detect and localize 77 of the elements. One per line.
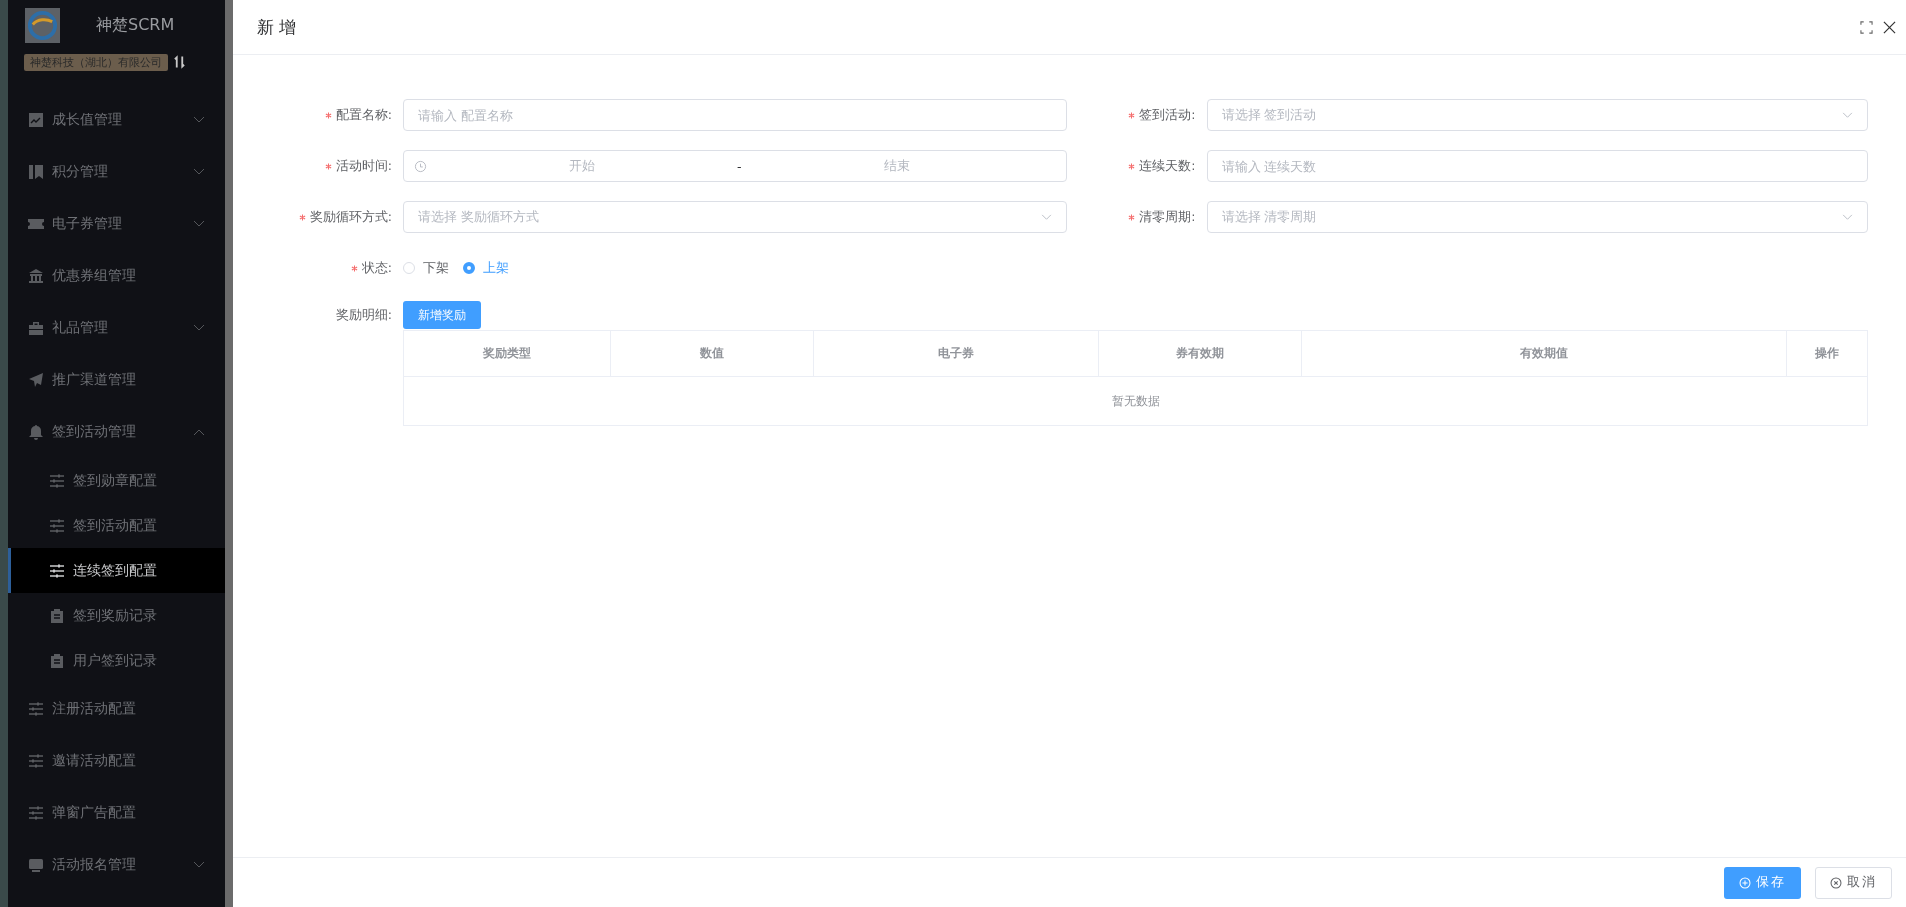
chevron-down-icon [193, 220, 205, 228]
sidebar-scrollbar[interactable] [225, 0, 233, 907]
menu-item[interactable]: 注册活动配置 [8, 683, 225, 735]
submenu-item[interactable]: 签到活动配置 [8, 503, 225, 548]
column-header: 操作 [1814, 345, 1841, 362]
column-header: 券有效期 [1098, 331, 1302, 376]
submenu-item[interactable]: 签到奖励记录 [8, 593, 225, 638]
field-label: 状态: [361, 259, 392, 277]
clock-icon [414, 159, 427, 173]
bookmark-icon [28, 164, 44, 180]
sliders-icon [28, 701, 44, 717]
chevron-down-icon [193, 324, 205, 332]
sliders-icon [28, 753, 44, 769]
bank-icon [28, 268, 44, 284]
cancel-button[interactable]: 取消 [1815, 866, 1892, 899]
submenu-item[interactable]: 用户签到记录 [8, 638, 225, 683]
column-header: 电子券 [814, 331, 1099, 376]
chevron-down-icon [1040, 213, 1052, 221]
menu-item[interactable]: 邀请活动配置 [8, 735, 225, 787]
date-range-field[interactable]: 开始 - 结束 [403, 150, 1067, 182]
menu-item[interactable]: 推广渠道管理 [8, 354, 225, 406]
menu-item[interactable]: 积分管理 [8, 146, 225, 198]
chart-icon [28, 112, 44, 128]
radio-option[interactable]: 下架 [403, 259, 449, 277]
fullscreen-icon[interactable] [1860, 20, 1873, 34]
monitor-icon [28, 857, 44, 873]
field-label: 奖励明细: [334, 306, 393, 324]
column-header: 数值 [611, 331, 815, 376]
text-field[interactable]: 请输入 配置名称 [403, 99, 1067, 131]
field-label: 奖励循环方式: [309, 208, 392, 226]
text-field[interactable]: 请输入 连续天数 [1206, 150, 1868, 182]
chevron-down-icon [1842, 111, 1853, 119]
chevron-up-icon [193, 428, 205, 436]
chevron-down-icon [193, 861, 205, 869]
field-label: 签到活动: [1139, 106, 1196, 124]
column-header: 有效期值 [1301, 331, 1788, 376]
send-icon [28, 372, 44, 388]
field-label: 清零周期: [1139, 208, 1196, 226]
menu-item[interactable]: 签到活动管理 [8, 406, 225, 458]
field-label: 活动时间: [335, 157, 392, 175]
clipboard-icon [49, 607, 65, 624]
menu-item[interactable]: 弹窗广告配置 [8, 787, 225, 839]
sliders-icon [49, 517, 65, 534]
save-button[interactable]: 保存 [1724, 866, 1801, 899]
menu-item[interactable]: 优惠券组管理 [8, 250, 225, 302]
menu-item[interactable]: 礼品管理 [8, 302, 225, 354]
column-header: 奖励类型 [404, 331, 611, 376]
close-icon[interactable] [1883, 20, 1896, 34]
submenu-item[interactable]: 连续签到配置 [8, 548, 225, 593]
select-field[interactable]: 请选择 签到活动 [1206, 99, 1868, 131]
plus-circle-icon [1739, 876, 1751, 889]
menu-item[interactable]: 活动报名管理 [8, 839, 225, 891]
briefcase-icon [28, 320, 44, 336]
radio-option[interactable]: 上架 [463, 259, 509, 277]
switch-icon[interactable] [174, 55, 185, 69]
sliders-icon [28, 805, 44, 821]
close-circle-icon [1830, 876, 1842, 889]
menu-item[interactable]: 电子券管理 [8, 198, 225, 250]
clipboard-icon [49, 652, 65, 669]
field-label: 连续天数: [1139, 157, 1196, 175]
dialog-title: 新 增 [257, 15, 297, 39]
select-field[interactable]: 请选择 奖励循环方式 [403, 201, 1067, 233]
chevron-down-icon [193, 116, 205, 124]
bell-icon [28, 424, 44, 440]
chevron-down-icon [193, 168, 205, 176]
submenu-item[interactable]: 签到勋章配置 [8, 458, 225, 503]
chevron-down-icon [1842, 213, 1853, 221]
ticket-icon [28, 216, 44, 232]
menu-item[interactable]: 成长值管理 [8, 94, 225, 146]
sliders-icon [49, 472, 65, 489]
add-reward-button[interactable]: 新增奖励 [403, 301, 481, 329]
empty-text: 暂无数据 [1111, 392, 1160, 410]
brand-name: 神楚SCRM [96, 14, 175, 36]
select-field[interactable]: 请选择 清零周期 [1206, 201, 1868, 233]
sliders-icon [49, 562, 65, 579]
logo-icon [25, 7, 60, 43]
field-label: 配置名称: [335, 106, 392, 124]
